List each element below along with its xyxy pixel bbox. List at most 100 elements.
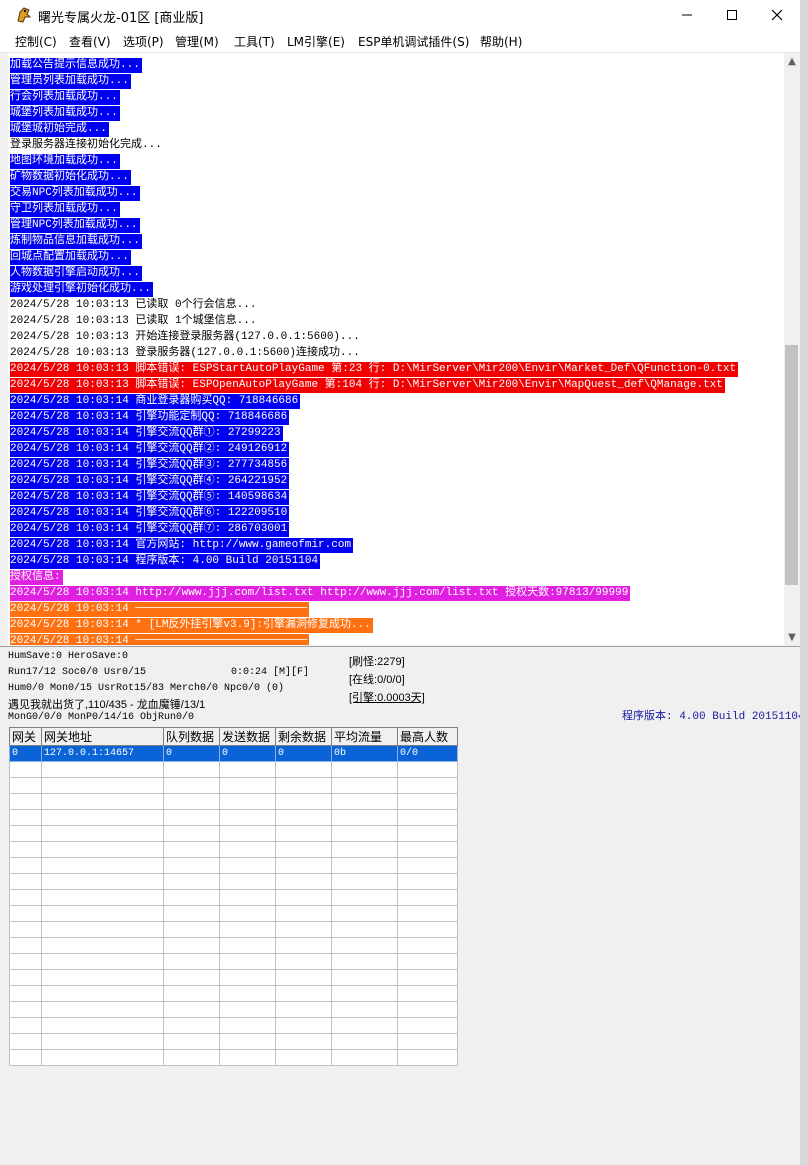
menu-esp-plugin[interactable]: ESP单机调试插件(S) [358,33,469,50]
table-cell [397,985,458,1002]
column-header[interactable]: 平均流量 [331,727,398,746]
log-scrollbar[interactable]: ▲ ▼ [784,53,800,645]
main-window: 曙光专属火龙-01区 [商业版] 控制(C) 查看(V) 选项(P) 管理(M)… [0,0,801,1165]
menu-help[interactable]: 帮助(H) [480,33,522,50]
close-button[interactable] [754,0,800,30]
table-cell [41,937,164,954]
table-cell [163,761,220,778]
table-cell [9,841,42,858]
menu-control[interactable]: 控制(C) [15,33,57,50]
status-drop: 遇见我就出货了,110/435 - 龙血魔锤/13/1 [8,699,206,711]
refresh-count: [刷怪:2279] [349,656,405,668]
table-cell [331,777,398,794]
table-cell [163,937,220,954]
menu-view[interactable]: 查看(V) [69,33,111,50]
table-cell [41,761,164,778]
table-cell [41,1001,164,1018]
table-row[interactable] [9,841,458,858]
column-header[interactable]: 队列数据 [163,727,220,746]
table-row[interactable] [9,761,458,778]
table-cell [397,873,458,890]
table-cell [275,809,332,826]
table-cell [275,1017,332,1034]
table-cell [397,857,458,874]
table-cell [163,857,220,874]
table-cell [9,921,42,938]
log-line: 2024/5/28 10:03:13 已读取 0个行会信息... [10,299,257,311]
table-row[interactable] [9,985,458,1002]
table-row[interactable] [9,873,458,890]
menu-options[interactable]: 选项(P) [123,33,164,50]
table-row[interactable] [9,857,458,874]
table-row[interactable] [9,969,458,986]
column-header[interactable]: 发送数据 [219,727,276,746]
table-cell [163,969,220,986]
table-cell [397,1017,458,1034]
log-line: 回城点配置加载成功... [10,250,131,265]
log-line: 2024/5/28 10:03:14 引擎交流QQ群④: 264221952 [10,474,290,489]
log-line: 2024/5/28 10:03:13 脚本错误: ESPOpenAutoPlay… [10,378,725,393]
table-cell [331,953,398,970]
log-line: 2024/5/28 10:03:14 引擎功能定制QQ: 718846686 [10,410,290,425]
table-cell [41,985,164,1002]
table-row[interactable]: 0 127.0.0.1:14657 0 0 0 0b 0/0 [9,745,458,762]
table-row[interactable] [9,937,458,954]
column-header[interactable]: 剩余数据 [275,727,332,746]
table-cell [397,809,458,826]
table-row[interactable] [9,777,458,794]
column-header[interactable]: 网关 [9,727,42,746]
table-cell [397,1033,458,1050]
scroll-thumb[interactable] [785,345,798,585]
table-cell [9,777,42,794]
table-row[interactable] [9,953,458,970]
gateway-table[interactable]: 网关 网关地址 队列数据 发送数据 剩余数据 平均流量 最高人数 0 127.0.0.1:14… [9,727,458,1066]
title-bar[interactable]: 曙光专属火龙-01区 [商业版] [0,0,800,30]
table-cell [275,889,332,906]
minimize-button[interactable] [664,0,710,30]
menu-lm-engine[interactable]: LM引擎(E) [287,33,345,50]
table-row[interactable] [9,1033,458,1050]
table-row[interactable] [9,825,458,842]
table-row[interactable] [9,1001,458,1018]
table-row[interactable] [9,1049,458,1066]
table-row[interactable] [9,905,458,922]
scroll-up-icon[interactable]: ▲ [784,53,800,69]
table-cell [9,1033,42,1050]
column-header[interactable]: 网关地址 [41,727,164,746]
column-header[interactable]: 最高人数 [397,727,458,746]
server-log[interactable]: 加载公告提示信息成功... 管理员列表加载成功... 行会列表加载成功... 城堡列表… [8,53,784,645]
table-cell [219,761,276,778]
table-cell: 0 [163,745,220,762]
log-line: 炼制物品信息加载成功... [10,234,142,249]
table-cell [397,825,458,842]
table-cell [275,905,332,922]
menu-tools[interactable]: 工具(T) [234,33,275,50]
status-hum: Hum0/0 Mon0/15 UsrRot15/83 Merch0/0 Npc0… [8,683,285,694]
table-row[interactable] [9,889,458,906]
maximize-button[interactable] [709,0,755,30]
table-row[interactable] [9,793,458,810]
table-cell [397,1001,458,1018]
log-line: 管理NPC列表加载成功... [10,218,140,233]
table-row[interactable] [9,921,458,938]
table-cell [331,905,398,922]
table-cell [219,841,276,858]
table-cell [331,809,398,826]
table-cell [397,841,458,858]
table-row[interactable] [9,809,458,826]
table-cell [331,969,398,986]
scroll-down-icon[interactable]: ▼ [784,629,800,645]
minimize-icon [682,14,692,16]
log-line: 2024/5/28 10:03:14 程序版本: 4.00 Build 2015… [10,554,321,569]
table-cell [163,921,220,938]
engine-days[interactable]: [引擎:0.0003天] [349,689,425,705]
menu-manage[interactable]: 管理(M) [175,33,219,50]
table-cell [331,985,398,1002]
status-panel: HumSave:0 HeroSave:0 Run17/12 Soc0/0 Usr… [0,646,800,728]
table-cell [219,793,276,810]
log-line: 2024/5/28 10:03:13 已读取 1个城堡信息... [10,315,257,327]
log-line: 矿物数据初始化成功... [10,170,131,185]
table-cell [275,777,332,794]
log-line: 守卫列表加载成功... [10,202,120,217]
table-row[interactable] [9,1017,458,1034]
